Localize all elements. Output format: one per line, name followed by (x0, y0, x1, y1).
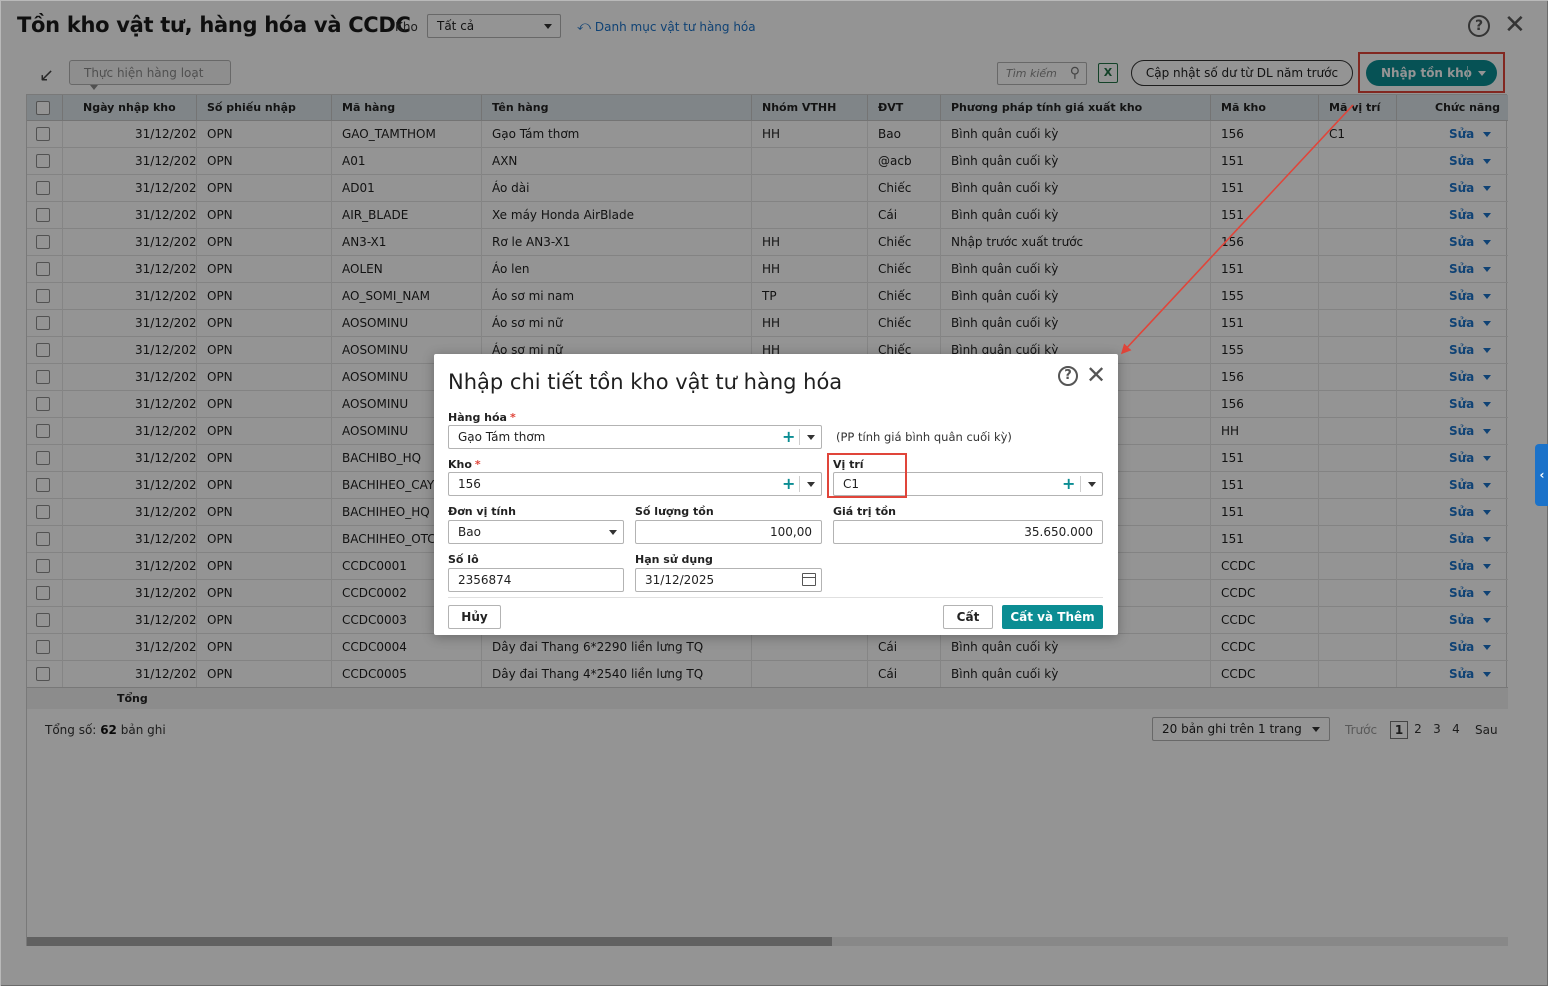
warehouse-combobox[interactable]: 156 + (448, 472, 822, 496)
chevron-down-icon[interactable] (807, 435, 815, 440)
warehouse-field-label-text: Kho (448, 458, 472, 471)
close-icon[interactable]: ✕ (1086, 362, 1106, 388)
item-field-label-text: Hàng hóa (448, 411, 507, 424)
required-mark: * (474, 458, 481, 471)
warehouse-combobox-value: 156 (458, 477, 481, 491)
combo-divider (1080, 476, 1081, 492)
warehouse-field-label: Kho * (448, 458, 481, 471)
save-button[interactable]: Cất (943, 605, 993, 629)
add-icon[interactable]: + (782, 473, 795, 495)
item-combobox-value: Gạo Tám thơm (458, 430, 546, 444)
quantity-input[interactable]: 100,00 (635, 520, 822, 544)
help-icon[interactable]: ? (1058, 366, 1078, 386)
dialog-divider (448, 597, 1103, 598)
expiry-field-label: Hạn sử dụng (635, 553, 713, 566)
value-input[interactable]: 35.650.000 (833, 520, 1103, 544)
inventory-detail-dialog: Nhập chi tiết tồn kho vật tư hàng hóa ? … (434, 354, 1118, 635)
pricing-method-note: (PP tính giá bình quân cuối kỳ) (836, 430, 1012, 444)
unit-field-label: Đơn vị tính (448, 505, 516, 518)
expiry-date-input[interactable]: 31/12/2025 (635, 568, 822, 592)
location-highlight-box (827, 453, 907, 498)
chevron-down-icon[interactable] (1088, 482, 1096, 487)
value-field-label: Giá trị tồn (833, 505, 896, 518)
side-panel-toggle[interactable]: ‹ (1535, 444, 1548, 506)
combo-divider (799, 429, 800, 445)
expiry-date-value: 31/12/2025 (645, 573, 715, 587)
cancel-button[interactable]: Hủy (448, 605, 501, 629)
save-and-add-button[interactable]: Cất và Thêm (1002, 605, 1103, 629)
lot-field-label: Số lô (448, 553, 479, 566)
item-combobox[interactable]: Gạo Tám thơm + (448, 425, 822, 449)
chevron-down-icon (609, 530, 617, 535)
dialog-title: Nhập chi tiết tồn kho vật tư hàng hóa (448, 370, 843, 394)
required-mark: * (509, 411, 516, 424)
calendar-icon[interactable] (802, 573, 816, 586)
unit-select-value: Bao (458, 525, 481, 539)
lot-input[interactable]: 2356874 (448, 568, 624, 592)
add-icon[interactable]: + (782, 426, 795, 448)
quantity-field-label: Số lượng tồn (635, 505, 714, 518)
add-icon[interactable]: + (1062, 473, 1075, 495)
item-field-label: Hàng hóa * (448, 411, 516, 424)
unit-select[interactable]: Bao (448, 520, 624, 544)
combo-divider (799, 476, 800, 492)
chevron-down-icon[interactable] (807, 482, 815, 487)
inventory-page: Tồn kho vật tư, hàng hóa và CCDC Kho Tất… (0, 0, 1548, 986)
